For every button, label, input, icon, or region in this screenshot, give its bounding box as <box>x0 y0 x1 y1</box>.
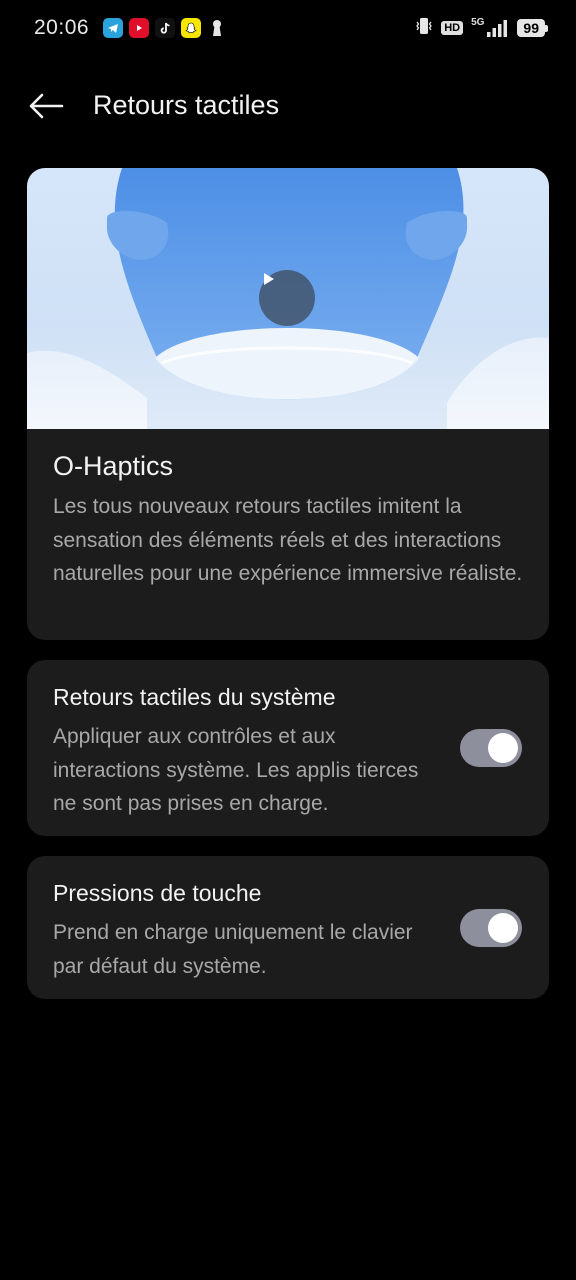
status-app-icons <box>103 18 227 38</box>
keyhole-icon <box>207 18 227 38</box>
hd-badge: HD <box>441 21 464 35</box>
status-bar: 20:06 HD 5G 99 <box>0 0 576 56</box>
keypress-setting[interactable]: Pressions de touche Prend en charge uniq… <box>27 856 549 999</box>
snapchat-icon <box>181 18 202 38</box>
battery-tip <box>545 24 548 32</box>
battery-indicator: 99 <box>517 19 548 37</box>
vibrate-icon <box>415 16 433 41</box>
signal-icon <box>487 20 508 37</box>
toggle-knob <box>488 733 518 763</box>
page-title: Retours tactiles <box>93 90 280 120</box>
hero-title: O-Haptics <box>53 451 174 481</box>
play-button[interactable] <box>259 270 315 326</box>
keypress-toggle[interactable] <box>460 909 522 947</box>
status-time: 20:06 <box>34 16 90 39</box>
hero-description: Les tous nouveaux retours tactiles imite… <box>53 495 523 585</box>
system-haptics-setting[interactable]: Retours tactiles du système Appliquer au… <box>27 660 549 836</box>
toggle-knob <box>488 913 518 943</box>
back-arrow-icon <box>29 93 64 119</box>
hero-video-preview[interactable] <box>27 168 549 429</box>
signal-indicator: 5G <box>471 18 509 38</box>
network-type-label: 5G <box>471 17 485 28</box>
system-haptics-toggle[interactable] <box>460 729 522 767</box>
setting-title: Retours tactiles du système <box>53 684 336 710</box>
o-haptics-card: O-Haptics Les tous nouveaux retours tact… <box>27 168 549 640</box>
battery-level: 99 <box>517 19 545 37</box>
play-icon <box>264 273 274 285</box>
status-indicators: HD 5G 99 <box>415 16 548 41</box>
app-header: Retours tactiles <box>0 76 576 136</box>
youtube-icon <box>129 18 150 38</box>
telegram-icon <box>103 18 124 38</box>
setting-title: Pressions de touche <box>53 880 262 906</box>
tiktok-icon <box>155 18 176 38</box>
setting-description: Prend en charge uniquement le clavier pa… <box>53 921 413 978</box>
back-button[interactable] <box>24 86 68 126</box>
setting-description: Appliquer aux contrôles et aux interacti… <box>53 725 419 815</box>
